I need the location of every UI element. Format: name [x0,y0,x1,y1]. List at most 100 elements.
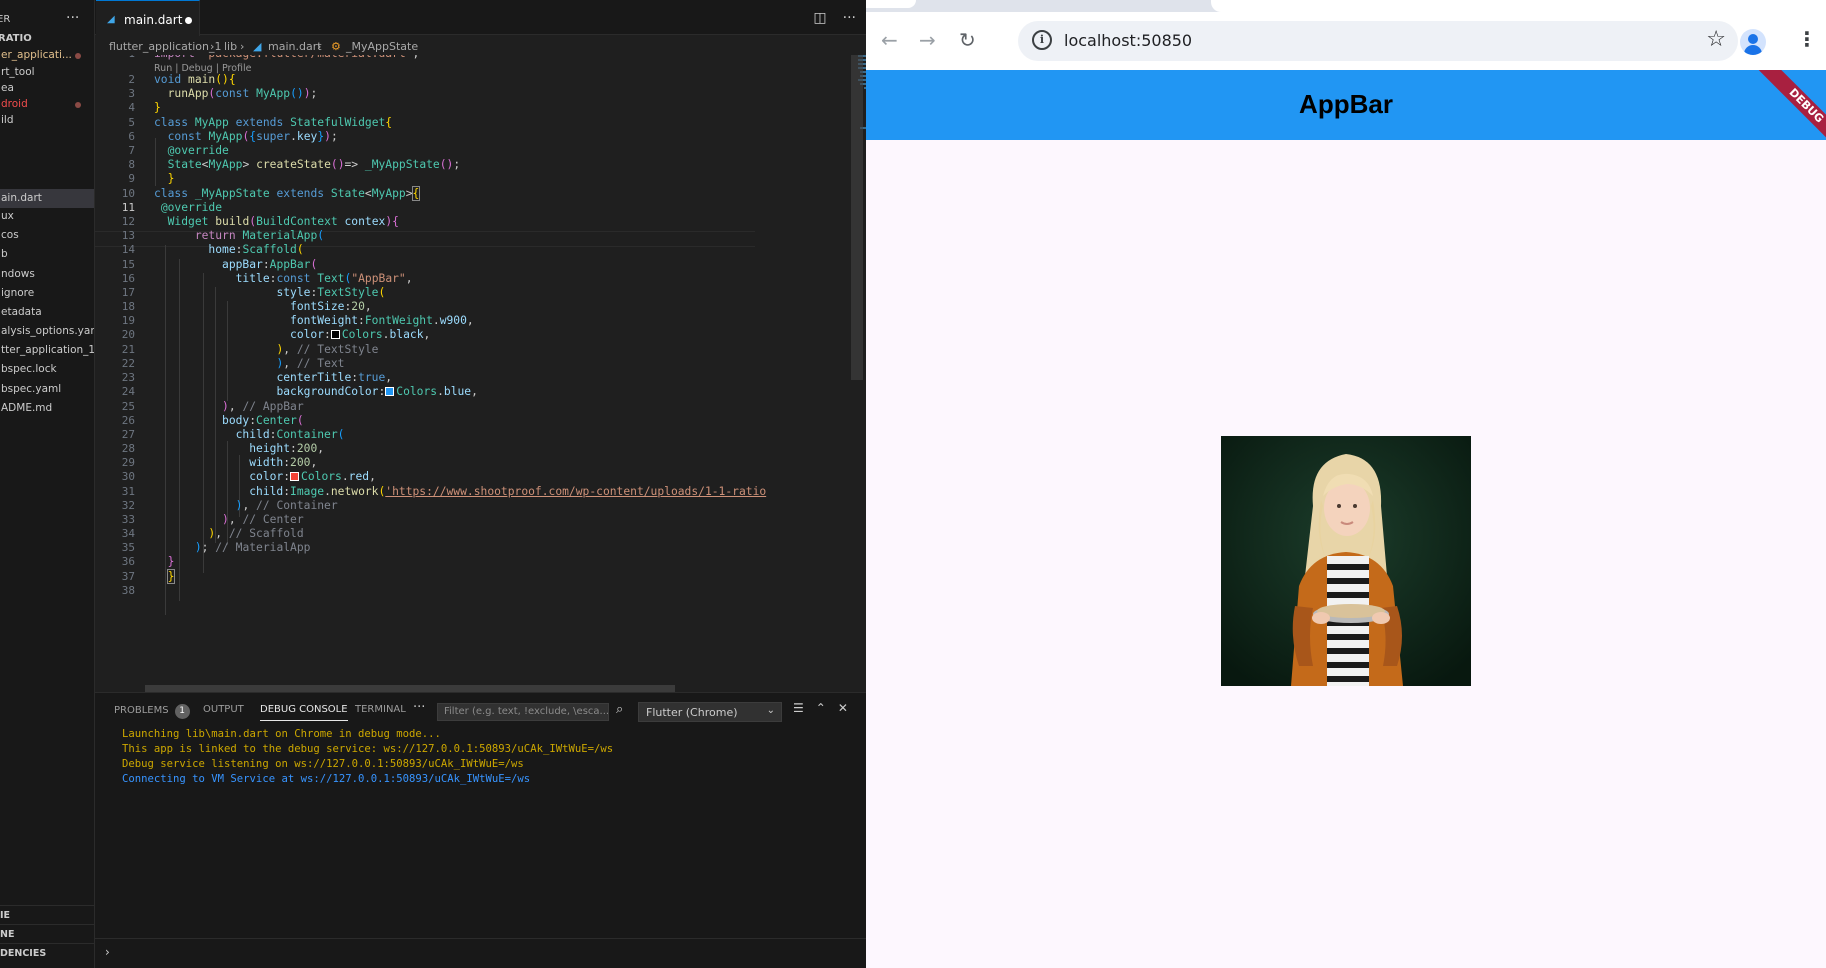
code-line[interactable]: fontWeight:FontWeight.w900, [154,314,474,327]
code-line[interactable]: child:Image.network('https://www.shootpr… [154,485,766,498]
code-line[interactable]: child:Container( [154,428,345,441]
console-input-prompt[interactable]: › [105,945,110,959]
breadcrumb-project[interactable]: flutter_application_1 [109,40,222,53]
code-line[interactable]: class MyApp extends StatefulWidget{ [154,116,392,129]
code-line[interactable]: body:Center( [154,414,304,427]
code-line[interactable]: appBar:AppBar( [154,258,317,271]
workspace-section-title[interactable]: RATIO [0,33,32,44]
chrome-menu-icon[interactable]: ⋮ [1797,27,1817,51]
code-line[interactable]: ), // Container [154,499,338,512]
breadcrumb-symbol[interactable]: _MyAppState [346,40,418,53]
unsaved-dot-icon[interactable] [185,17,192,24]
line-number: 4 [128,101,135,114]
code-line[interactable]: void main(){ [154,73,236,86]
code-line[interactable]: height:200, [154,442,324,455]
code-line[interactable]: @override [154,201,222,214]
tab-debug-console[interactable]: DEBUG CONSOLE [260,704,348,721]
color-swatch[interactable] [330,330,340,339]
code-line[interactable]: ), // Text [154,357,344,370]
explorer-item[interactable]: tter_application_1... [0,341,94,360]
code-line[interactable]: } [154,101,161,114]
site-info-icon[interactable]: i [1032,30,1052,50]
address-bar[interactable]: i localhost:50850 ☆ [1018,21,1738,61]
explorer-item[interactable]: ux [0,207,94,226]
more-actions-icon[interactable]: ··· [843,10,856,26]
back-icon[interactable]: ← [881,28,898,52]
explorer-more-button[interactable]: ··· [66,10,79,26]
code-line[interactable]: class _MyAppState extends State<MyApp>{ [154,186,421,201]
explorer-item-label: ild [1,114,14,126]
code-line[interactable]: } [154,569,176,584]
line-number: 23 [121,371,135,384]
code-line[interactable]: const MyApp({super.key}); [154,130,338,143]
browser-tab[interactable] [866,0,916,8]
breadcrumb-file[interactable]: main.dart [268,40,322,53]
code-editor[interactable]: 1234567891011121314151617181920212223242… [95,55,866,692]
explorer-item[interactable]: bspec.yaml [0,380,94,399]
editor-vertical-scrollbar[interactable] [851,55,863,380]
tab-terminal[interactable]: TERMINAL [355,704,406,715]
editor-horizontal-scrollbar[interactable] [145,685,675,692]
code-line[interactable]: } [154,172,175,185]
color-swatch[interactable] [385,387,395,396]
chevron-down-icon: ⌄ [766,705,775,716]
explorer-item[interactable]: alysis_options.yaml [0,322,94,341]
code-line[interactable]: runApp(const MyApp()); [154,87,318,100]
explorer-item[interactable]: bspec.lock [0,360,94,379]
code-line[interactable]: style:TextStyle( [154,286,385,299]
explorer-item[interactable]: ild [0,111,94,130]
code-line[interactable]: Widget build(BuildContext contex){ [154,215,399,228]
explorer-section-timeline[interactable]: IE [0,905,94,925]
line-number: 28 [121,442,135,455]
code-line[interactable]: color: Colors.red, [154,470,376,483]
code-line[interactable]: ), // TextStyle [154,343,378,356]
code-line[interactable]: } [154,555,175,568]
close-panel-icon[interactable]: ✕ [838,701,848,715]
tab-main-dart[interactable]: ◢ main.dart [96,0,200,36]
code-line[interactable]: color: Colors.black, [154,328,430,341]
debug-session-select[interactable]: Flutter (Chrome) ⌄ [638,702,782,722]
explorer-item-label: rt_tool [1,66,35,78]
code-line[interactable]: title:const Text("AppBar", [154,272,413,285]
explorer-item[interactable]: ADME.md [0,399,94,418]
explorer-section-dependencies[interactable]: DENCIES [0,943,94,963]
explorer-item[interactable]: b [0,245,94,264]
maximize-panel-icon[interactable]: ⌃ [816,701,826,715]
tab-problems[interactable]: PROBLEMS 1 [114,704,190,719]
code-line[interactable]: @override [154,144,229,157]
browser-tab[interactable] [1211,0,1826,12]
explorer-item[interactable]: etadata [0,303,94,322]
explorer-item-main-dart[interactable]: ain.dart [0,189,94,208]
code-line[interactable]: width:200, [154,456,317,469]
code-line[interactable]: ); // MaterialApp [154,541,311,554]
code-line[interactable]: home:Scaffold( [154,243,303,256]
reload-icon[interactable]: ↻ [959,28,976,52]
clear-console-icon[interactable]: ☰ [793,701,804,715]
code-line[interactable]: backgroundColor: Colors.blue, [154,385,478,398]
tab-output[interactable]: OUTPUT [203,704,244,715]
split-editor-icon[interactable]: ◫ [813,10,826,26]
color-swatch[interactable] [290,472,300,481]
debug-filter-input[interactable]: Filter (e.g. text, !exclude, \esca... [437,703,609,721]
code-line[interactable]: return MaterialApp( [154,229,324,242]
code-line[interactable]: ), // Scaffold [154,527,303,540]
explorer-item[interactable]: ndows [0,265,94,284]
filter-icon[interactable]: ⌕ [616,702,623,717]
url-text[interactable]: localhost:50850 [1064,31,1192,50]
breadcrumb-folder[interactable]: lib [224,40,237,53]
panel-tab-bar: PROBLEMS 1 OUTPUT DEBUG CONSOLE TERMINAL … [95,693,866,725]
profile-avatar[interactable] [1740,29,1766,55]
forward-icon[interactable]: → [919,28,936,52]
code-line[interactable]: ), // AppBar [154,400,304,413]
explorer-section[interactable]: NE [0,924,94,944]
code-line[interactable]: State<MyApp> createState()=> _MyAppState… [154,158,461,171]
code-line[interactable]: centerTitle:true, [154,371,392,384]
explorer-item[interactable]: cos [0,226,94,245]
panel-more-button[interactable]: ··· [413,700,425,715]
bookmark-star-icon[interactable]: ☆ [1706,27,1726,52]
code-line[interactable]: fontSize:20, [154,300,372,313]
explorer-title: ER [0,14,11,25]
explorer-item[interactable]: ignore [0,284,94,303]
code-line[interactable]: ), // Center [154,513,304,526]
code-line[interactable]: import "package:flutter/material.dart"; [154,55,419,60]
